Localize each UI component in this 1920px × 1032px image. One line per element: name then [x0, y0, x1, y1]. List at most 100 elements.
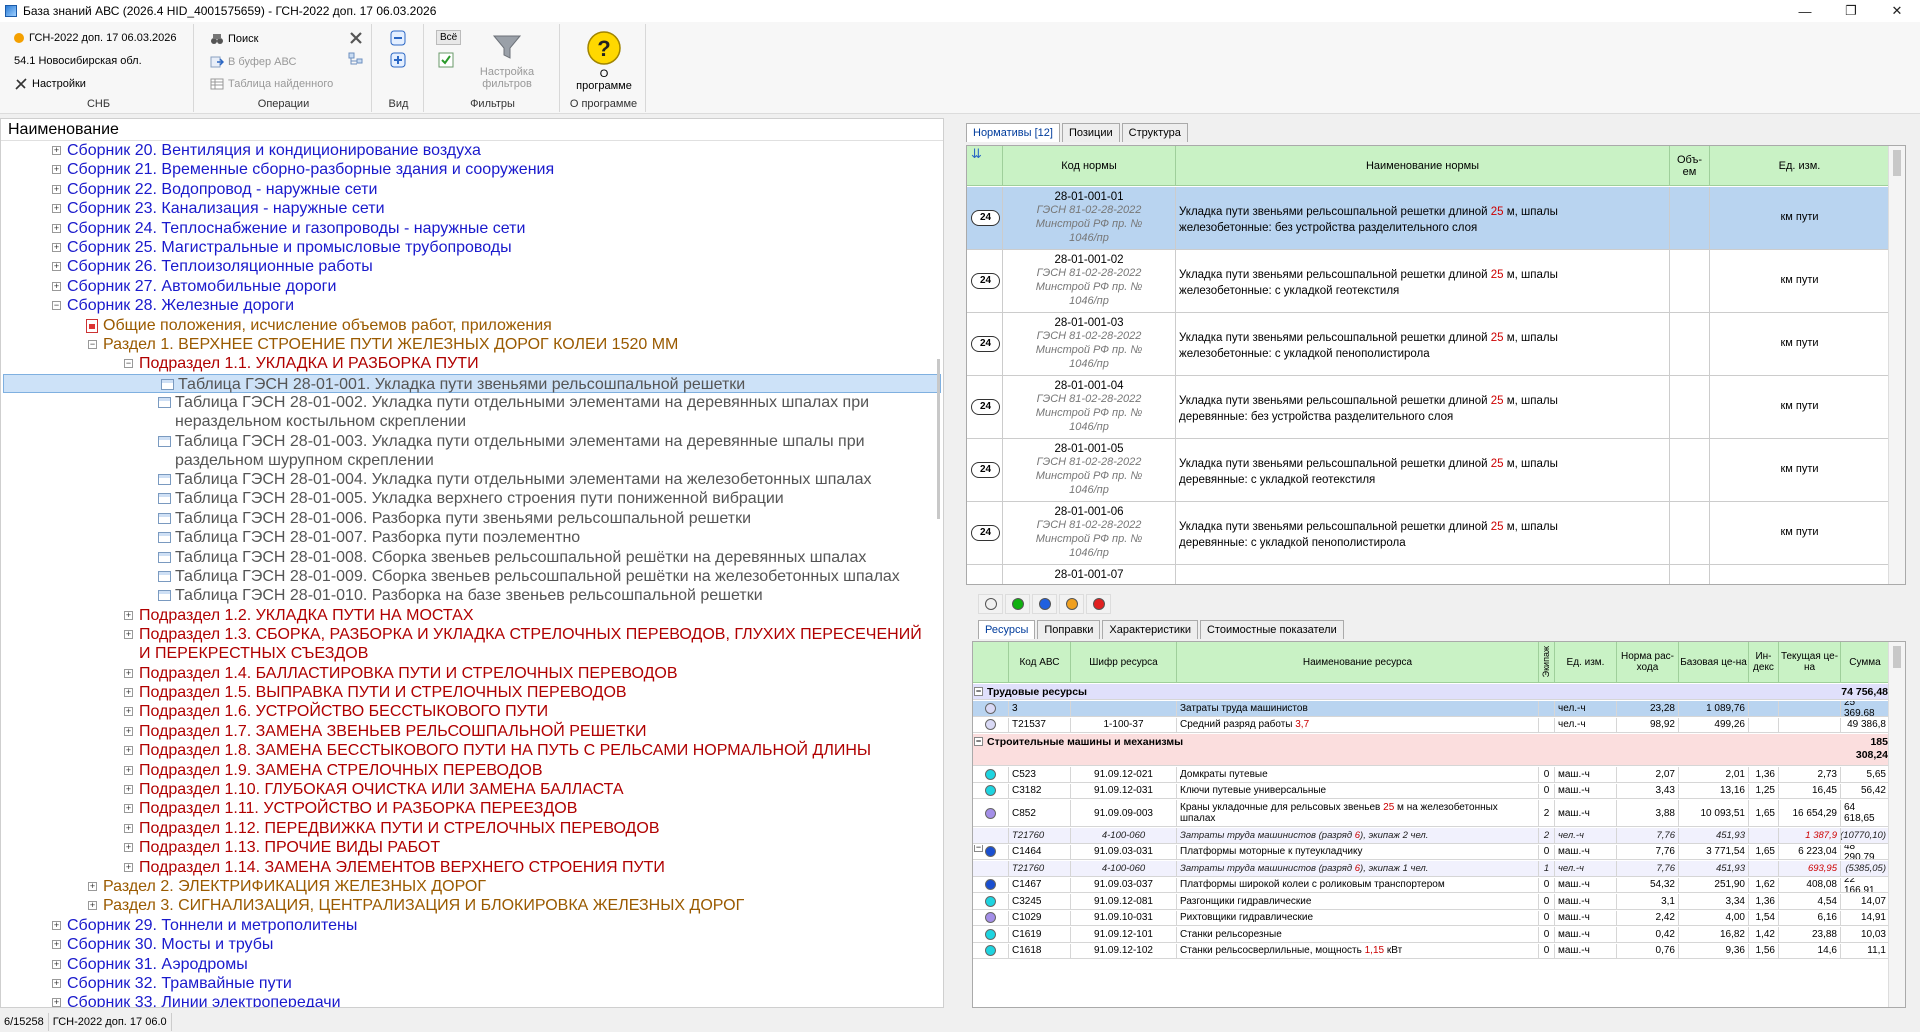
resource-row[interactable]: С1619 91.09.12-101 Станки рельсорезные 0 маш…: [973, 927, 1890, 943]
collapse-icon[interactable]: −: [974, 687, 983, 696]
expand-icon[interactable]: +: [124, 630, 133, 640]
expand-icon[interactable]: +: [124, 726, 133, 736]
tree-table-node[interactable]: Таблица ГЭСН 28-01-004. Укладка пути отд…: [1, 470, 941, 489]
tree-node[interactable]: + Подраздел 1.9. ЗАМЕНА СТРЕЛОЧНЫХ ПЕРЕВО…: [1, 761, 941, 780]
filter-setup-button[interactable]: Настройка фильтров: [474, 66, 540, 90]
expand-icon[interactable]: +: [52, 281, 61, 291]
col-norm-code[interactable]: Код нормы: [1003, 146, 1176, 186]
expand-icon[interactable]: +: [124, 862, 133, 872]
tree-table-node[interactable]: Таблица ГЭСН 28-01-001. Укладка пути зве…: [3, 373, 941, 393]
color-filter-blue[interactable]: [1032, 594, 1057, 614]
norm-row[interactable]: 24 28-01-001-04 ГЭСН 81-02-28-2022 Минстрой…: [967, 376, 1905, 439]
col-volume[interactable]: Объ- ем: [1670, 146, 1710, 186]
tree-node[interactable]: + Сборник 27. Автомобильные дороги: [1, 277, 941, 296]
expand-icon[interactable]: +: [52, 979, 61, 988]
tree-doc-node[interactable]: Общие положения, исчисление объемов рабо…: [1, 316, 941, 335]
expand-icon[interactable]: +: [124, 785, 133, 794]
norm-row[interactable]: 24 28-01-001-02 ГЭСН 81-02-28-2022 Минстрой…: [967, 250, 1905, 313]
resource-row[interactable]: Т21760 4-100-060 Затраты труда машинистов …: [973, 828, 1890, 844]
tree-node[interactable]: − Раздел 1. ВЕРХНЕЕ СТРОЕНИЕ ПУТИ ЖЕЛЕЗНЫ…: [1, 335, 941, 354]
search-button[interactable]: Поиск: [210, 32, 258, 46]
col-crew[interactable]: Экипаж: [1539, 642, 1555, 683]
tree-node[interactable]: + Сборник 20. Вентиляция и кондиционирова…: [1, 141, 941, 160]
expand-icon[interactable]: +: [124, 688, 133, 697]
col-sum[interactable]: Сумма: [1841, 642, 1890, 683]
snb-base-button[interactable]: ГСН-2022 доп. 17 06.03.2026: [14, 32, 177, 44]
tree-table-node[interactable]: Таблица ГЭСН 28-01-002. Укладка пути отд…: [1, 393, 941, 431]
tree-node[interactable]: + Подраздел 1.7. ЗАМЕНА ЗВЕНЬЕВ РЕЛЬСОШПА…: [1, 722, 941, 741]
resource-row[interactable]: С852 91.09.09-003 Краны укладочные для рел…: [973, 800, 1890, 827]
expand-icon[interactable]: +: [52, 920, 61, 930]
norm-row[interactable]: 24 28-01-001-03 ГЭСН 81-02-28-2022 Минстрой…: [967, 313, 1905, 376]
tree-node[interactable]: + Подраздел 1.10. ГЛУБОКАЯ ОЧИСТКА ИЛИ ЗА…: [1, 780, 941, 799]
expand-icon[interactable]: +: [52, 940, 61, 950]
tree-node[interactable]: + Сборник 33. Линии электропередачи: [1, 993, 941, 1007]
resource-group-row[interactable]: − Строительные машины и механизмы 185 308,2…: [973, 734, 1890, 766]
region-label[interactable]: 54.1 Новосибирская обл.: [14, 55, 142, 67]
col-unit[interactable]: Ед. изм.: [1710, 146, 1890, 186]
expand-icon[interactable]: +: [124, 843, 133, 853]
all-filter-button[interactable]: Всё: [436, 30, 462, 45]
tree-node[interactable]: + Сборник 22. Водопровод - наружные сети: [1, 180, 941, 199]
collapse-icon[interactable]: −: [974, 844, 983, 852]
tree-node[interactable]: + Сборник 30. Мосты и трубы: [1, 935, 941, 954]
tab-structure[interactable]: Структура: [1121, 123, 1188, 142]
expand-icon[interactable]: +: [124, 668, 133, 678]
expand-icon[interactable]: +: [52, 262, 61, 272]
resources-scrollbar[interactable]: [1888, 642, 1905, 1007]
expand-icon[interactable]: +: [88, 882, 97, 891]
color-filter-orange[interactable]: [1059, 594, 1084, 614]
tree-node[interactable]: + Подраздел 1.3. СБОРКА, РАЗБОРКА И УКЛАД…: [1, 625, 941, 663]
expand-icon[interactable]: +: [124, 610, 133, 620]
tree-view-icon[interactable]: [348, 52, 364, 68]
col-resource-name[interactable]: Наименование ресурса: [1177, 642, 1539, 683]
resource-row[interactable]: − С1464 91.09.03-031 Платформы моторные к п…: [973, 844, 1890, 860]
tab-normatives[interactable]: Нормативы [12]: [966, 123, 1060, 142]
resource-row[interactable]: Т21537 1-100-37 Средний разряд работы 3,7 ч…: [973, 717, 1890, 733]
resource-row[interactable]: С3182 91.09.12-031 Ключи путевые универсал…: [973, 783, 1890, 799]
expand-all-icon[interactable]: [390, 52, 406, 68]
tree-node[interactable]: + Раздел 3. СИГНАЛИЗАЦИЯ, ЦЕНТРАЛИЗАЦИЯ И…: [1, 896, 941, 915]
tree-node[interactable]: + Подраздел 1.4. БАЛЛАСТИРОВКА ПУТИ И СТР…: [1, 664, 941, 683]
tree-node[interactable]: + Подраздел 1.12. ПЕРЕДВИЖКА ПУТИ И СТРЕЛ…: [1, 819, 941, 838]
maximize-button[interactable]: ❐: [1828, 0, 1874, 22]
tree-node[interactable]: + Подраздел 1.11. УСТРОЙСТВО И РАЗБОРКА П…: [1, 799, 941, 818]
tab-resources[interactable]: Ресурсы: [978, 620, 1036, 639]
tree-node[interactable]: + Сборник 21. Временные сборно-разборные …: [1, 160, 941, 179]
tree-scrollbar[interactable]: [937, 359, 940, 519]
color-filter-green[interactable]: [1005, 594, 1030, 614]
tree-node[interactable]: − Сборник 28. Железные дороги: [1, 296, 941, 315]
tree-node[interactable]: + Подраздел 1.2. УКЛАДКА ПУТИ НА МОСТАХ: [1, 606, 941, 625]
tab-corrections[interactable]: Поправки: [1037, 620, 1101, 639]
expand-icon[interactable]: +: [88, 901, 97, 911]
about-button[interactable]: О программе: [562, 68, 646, 92]
tree-node[interactable]: + Подраздел 1.13. ПРОЧИЕ ВИДЫ РАБОТ: [1, 838, 941, 857]
col-res-unit[interactable]: Ед. изм.: [1555, 642, 1617, 683]
color-filter-white[interactable]: [978, 594, 1003, 614]
filter-funnel-icon[interactable]: [492, 32, 522, 62]
tree-node[interactable]: + Подраздел 1.6. УСТРОЙСТВО БЕССТЫКОВОГО …: [1, 702, 941, 721]
col-norm[interactable]: Норма рас-хода: [1617, 642, 1679, 683]
collapse-icon[interactable]: −: [124, 359, 133, 369]
expand-icon[interactable]: +: [52, 959, 61, 969]
tree-node[interactable]: + Сборник 23. Канализация - наружные сети: [1, 199, 941, 218]
resource-row[interactable]: С1467 91.09.03-037 Платформы широкой колеи…: [973, 877, 1890, 893]
check-icon[interactable]: [438, 52, 454, 68]
tab-cost-indicators[interactable]: Стоимостные показатели: [1199, 620, 1344, 639]
settings-button[interactable]: Настройки: [14, 77, 86, 91]
col-cipher[interactable]: Шифр ресурса: [1071, 642, 1177, 683]
norms-scrollbar[interactable]: [1888, 146, 1905, 584]
tree-table-node[interactable]: Таблица ГЭСН 28-01-003. Укладка пути отд…: [1, 432, 941, 470]
resource-row[interactable]: 3 Затраты труда машинистов чел.-ч 23,28 1 08…: [973, 701, 1890, 717]
clear-icon[interactable]: [348, 30, 364, 46]
resource-row[interactable]: С523 91.09.12-021 Домкраты путевые 0 маш.-ч 2…: [973, 767, 1890, 783]
norm-row[interactable]: 24 28-01-001-06 ГЭСН 81-02-28-2022 Минстрой…: [967, 502, 1905, 565]
resource-row[interactable]: С1618 91.09.12-102 Станки рельсосверлильны…: [973, 943, 1890, 959]
expand-icon[interactable]: +: [52, 165, 61, 175]
tree-node[interactable]: + Сборник 26. Теплоизоляционные работы: [1, 257, 941, 276]
close-button[interactable]: ✕: [1874, 0, 1920, 22]
norm-row[interactable]: 24 28-01-001-01 ГЭСН 81-02-28-2022 Минстрой…: [967, 187, 1905, 250]
expand-icon[interactable]: +: [124, 765, 133, 775]
catalog-tree[interactable]: Наименование + Сборник 20. Вентиляция и к…: [0, 118, 944, 1008]
expand-icon[interactable]: +: [124, 823, 133, 833]
